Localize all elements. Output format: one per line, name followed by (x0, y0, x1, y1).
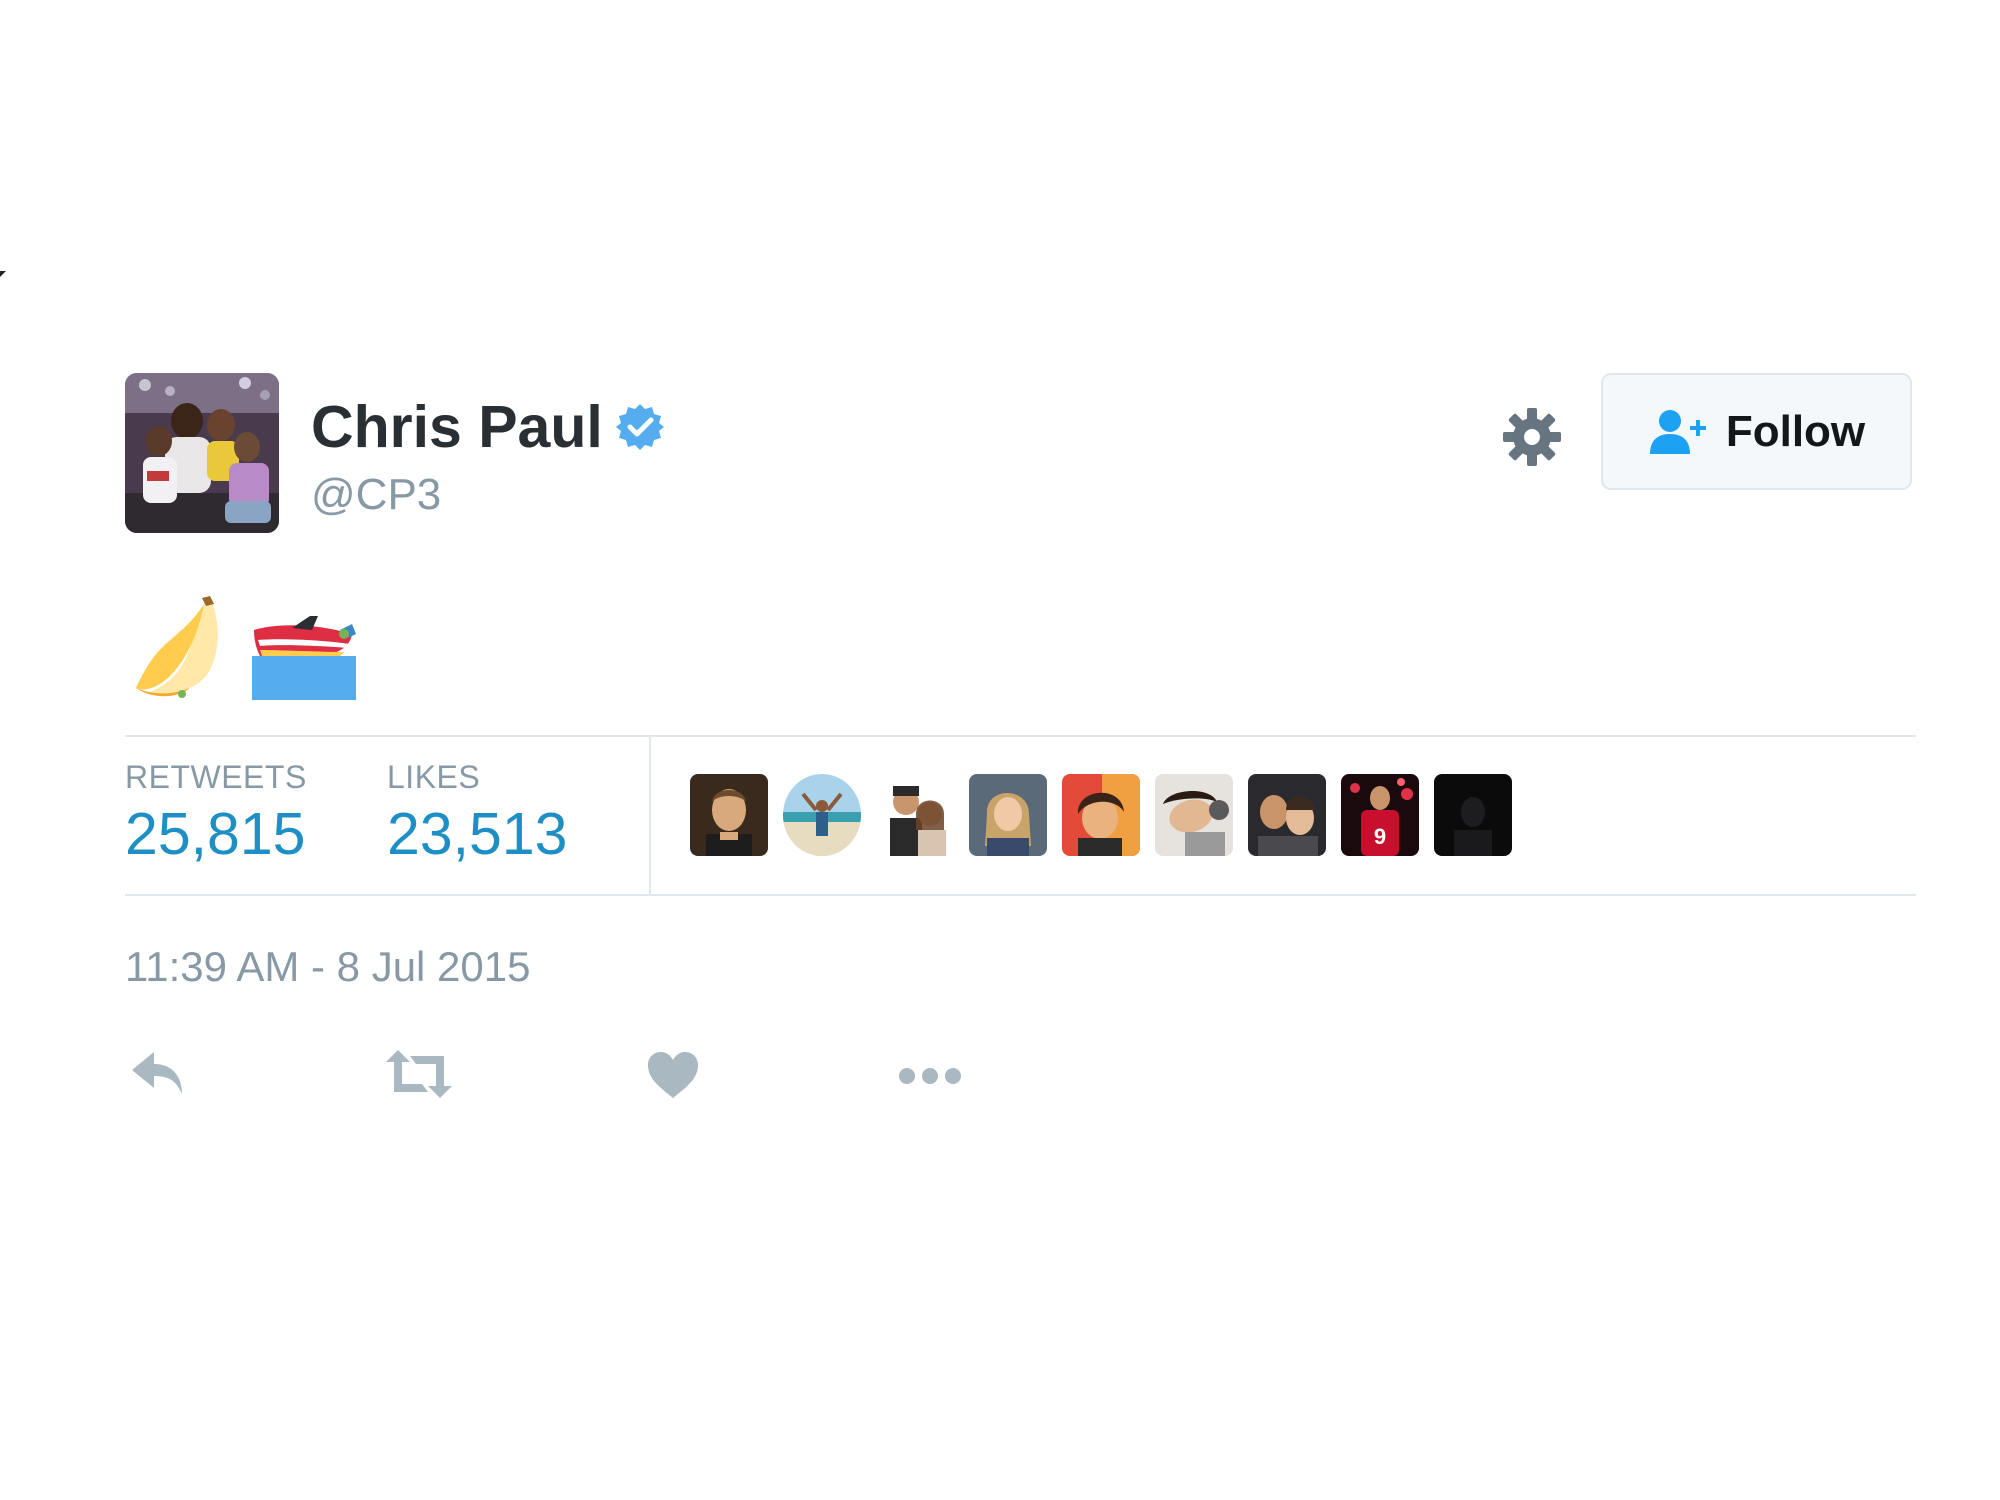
verified-badge-icon (615, 404, 664, 450)
retweets-stat[interactable]: RETWEETS 25,815 (125, 759, 307, 868)
retweet-button[interactable] (386, 1048, 452, 1105)
author-avatar[interactable] (125, 373, 279, 533)
like-icon (648, 1052, 698, 1098)
retweets-label: RETWEETS (125, 759, 307, 795)
more-button[interactable] (898, 1066, 962, 1091)
tweet-text (130, 590, 378, 700)
follow-button[interactable]: Follow (1601, 373, 1912, 490)
stats-divider (649, 737, 651, 894)
liker-avatar[interactable] (690, 774, 768, 856)
author-display-name[interactable]: Chris Paul (311, 392, 603, 462)
tweet-timestamp[interactable]: 11:39 AM - 8 Jul 2015 (125, 943, 530, 991)
liker-avatars: 9 (690, 774, 1527, 856)
author-handle[interactable]: @CP3 (311, 470, 441, 520)
liker-avatar[interactable] (876, 774, 954, 856)
retweet-icon (386, 1050, 452, 1098)
more-icon (899, 1068, 961, 1084)
likes-count[interactable]: 23,513 (387, 800, 567, 868)
edge-artifact (0, 271, 6, 277)
add-user-icon (1649, 409, 1706, 454)
gear-icon (1503, 408, 1561, 466)
likes-stat[interactable]: LIKES 23,513 (387, 759, 567, 868)
liker-avatar[interactable]: 9 (1341, 774, 1419, 856)
likes-label: LIKES (387, 759, 481, 795)
liker-avatar[interactable] (783, 774, 861, 856)
liker-avatar[interactable] (1248, 774, 1326, 856)
reply-button[interactable] (130, 1048, 186, 1103)
retweets-count[interactable]: 25,815 (125, 800, 307, 868)
tweet-card: Chris Paul @CP3 Follow RETWEETS 25,815 L… (0, 0, 2000, 1500)
liker-avatar[interactable] (1155, 774, 1233, 856)
speedboat-emoji (252, 616, 356, 700)
svg-text:9: 9 (1374, 824, 1386, 849)
follow-label: Follow (1725, 406, 1866, 456)
author-name-row[interactable]: Chris Paul (311, 392, 665, 462)
liker-avatar[interactable] (969, 774, 1047, 856)
tweet-stats: RETWEETS 25,815 LIKES 23,513 9 (125, 735, 1916, 896)
like-button[interactable] (648, 1052, 698, 1103)
reply-icon (132, 1052, 182, 1094)
liker-avatar[interactable] (1434, 774, 1512, 856)
settings-button[interactable] (1500, 405, 1564, 469)
banana-emoji (136, 596, 218, 698)
liker-avatar[interactable] (1062, 774, 1140, 856)
